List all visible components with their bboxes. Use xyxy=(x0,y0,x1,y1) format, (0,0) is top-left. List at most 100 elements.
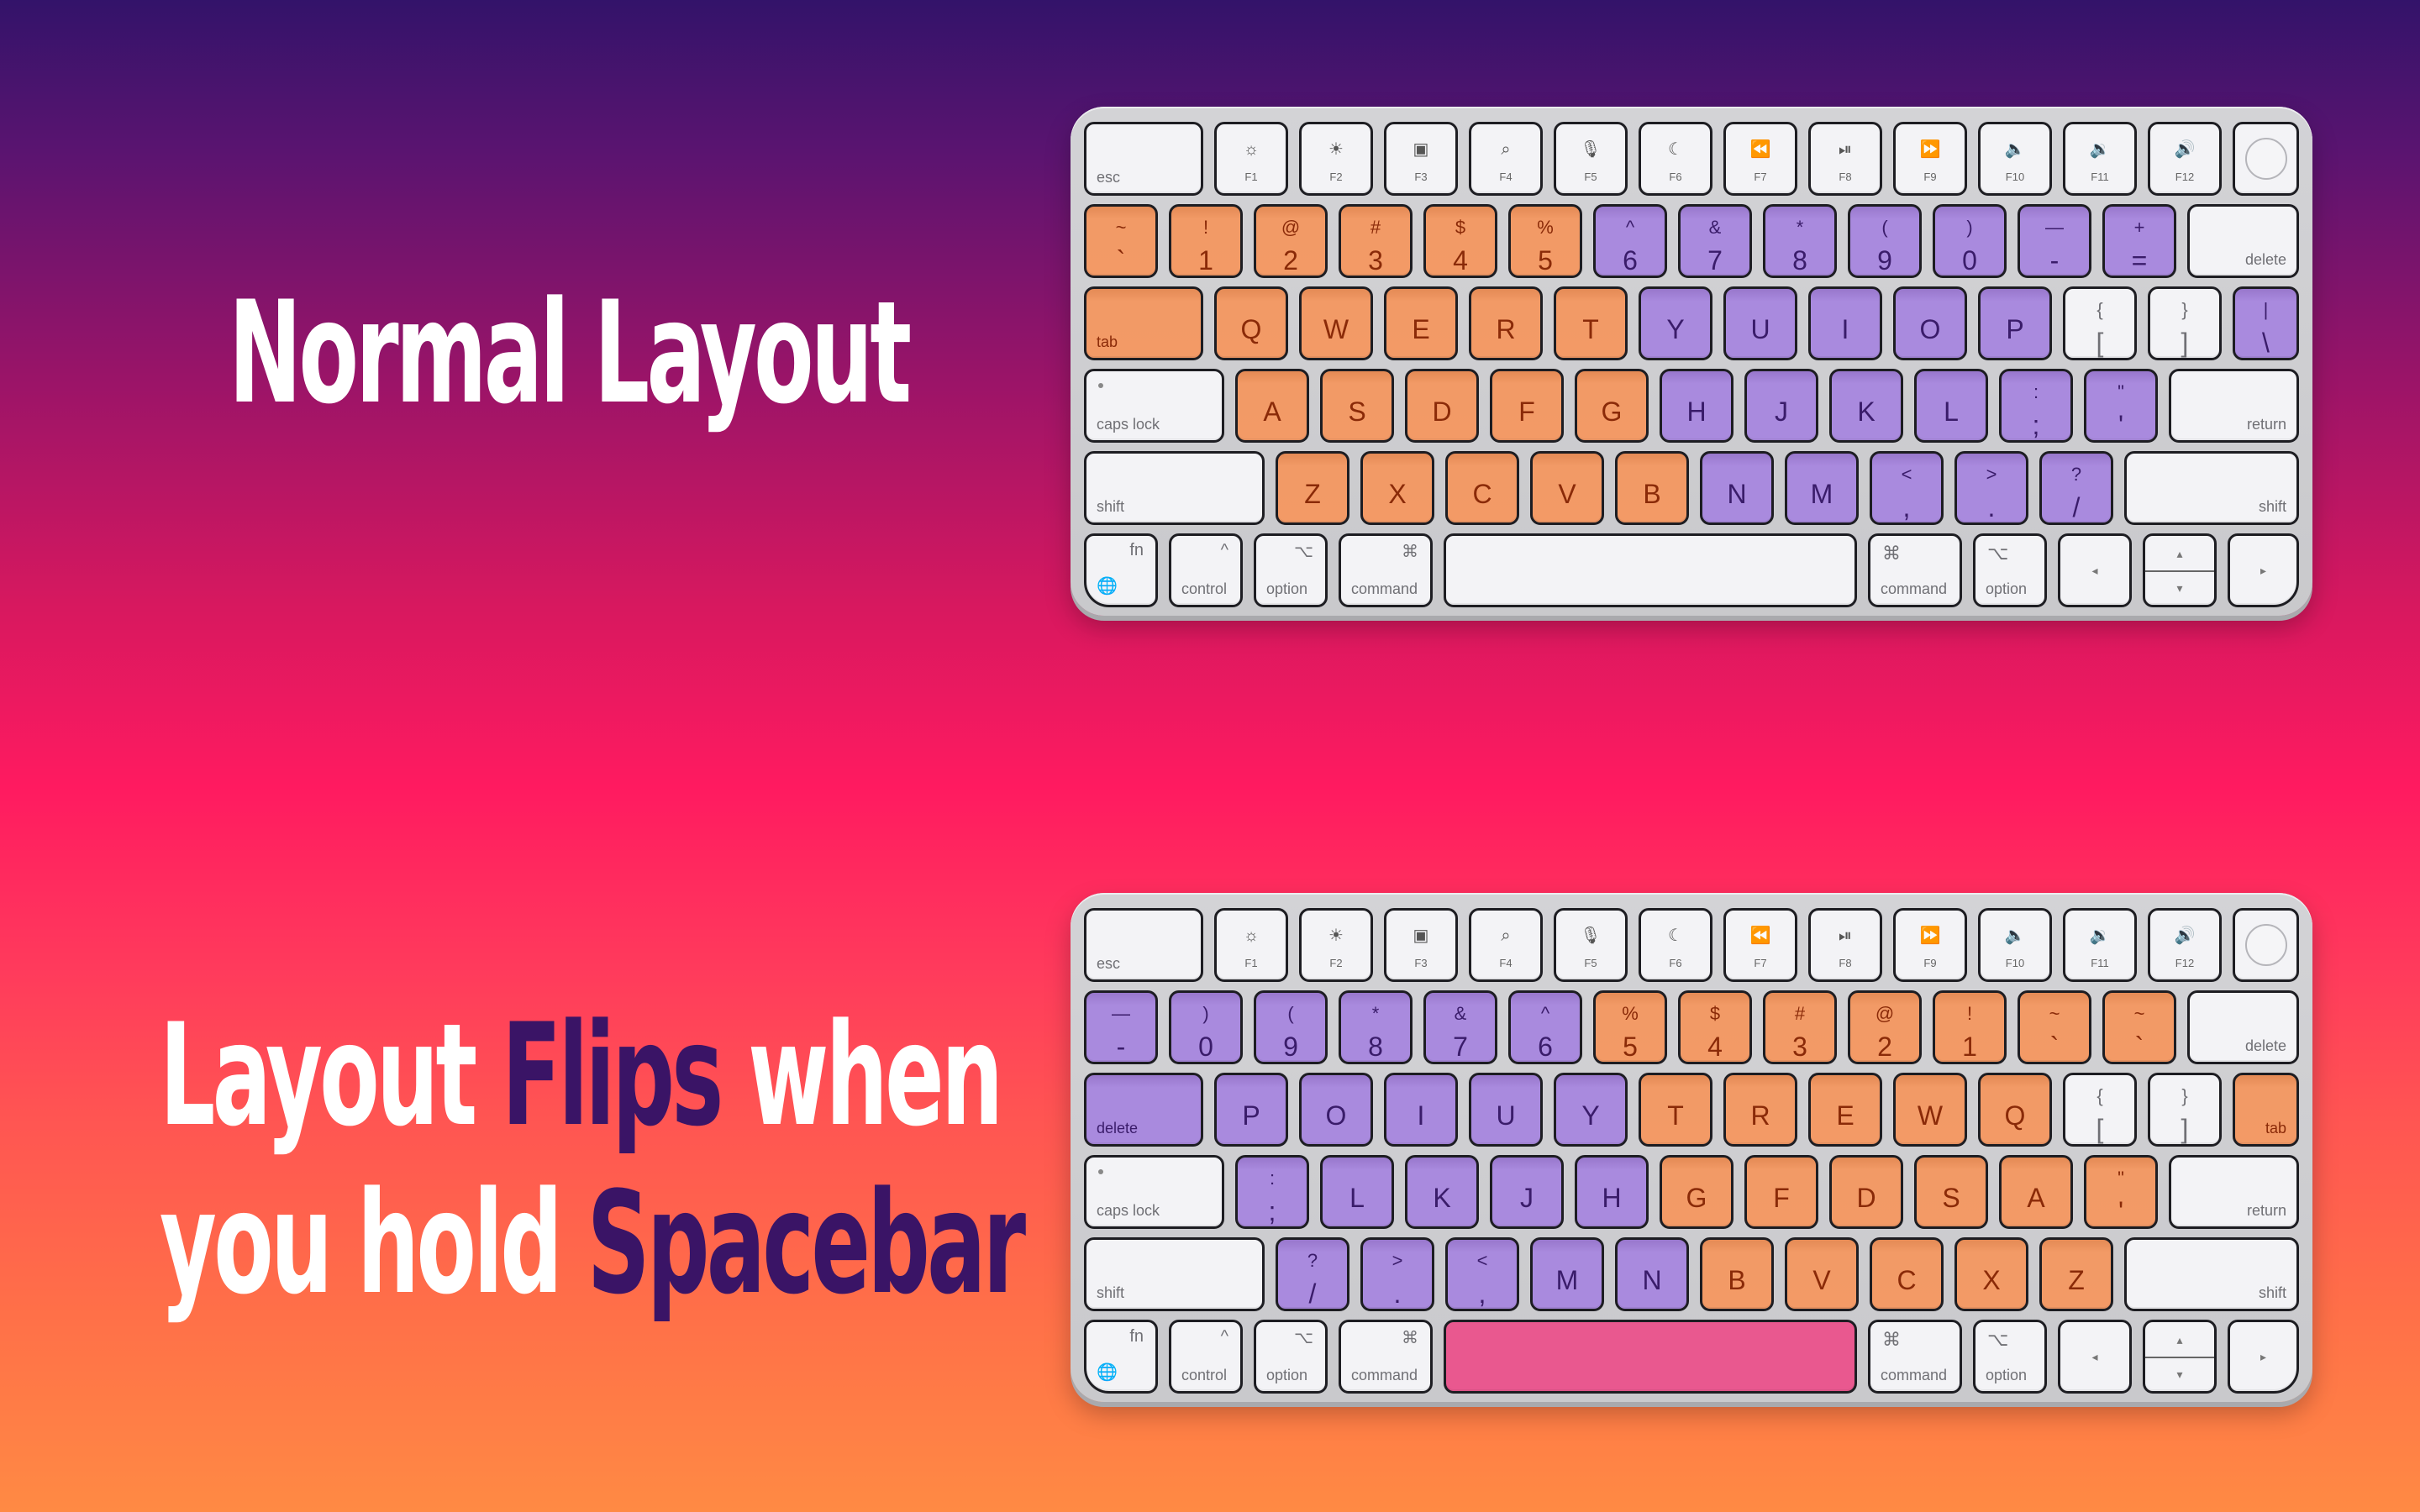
key-3[interactable]: #3 xyxy=(1763,990,1837,1064)
key-1[interactable]: ! 1 xyxy=(1169,204,1243,278)
key-up-down-arrows[interactable]: ▴ ▾ xyxy=(2143,533,2217,607)
key-f10[interactable]: 🔈 F10 xyxy=(1978,908,2052,982)
key-[interactable]: " ' xyxy=(2084,1155,2158,1229)
key-tab[interactable]: tab xyxy=(1084,286,1203,360)
key-left-command[interactable]: ⌘ command xyxy=(1339,1320,1433,1394)
key-[interactable]: >. xyxy=(1954,451,2028,525)
key-n[interactable]: N xyxy=(1615,1237,1689,1311)
key-[interactable]: <, xyxy=(1870,451,1944,525)
key-k[interactable]: K xyxy=(1829,369,1903,443)
key-left-option[interactable]: ⌥ option xyxy=(1254,1320,1328,1394)
key-[interactable]: ~ ` xyxy=(2102,990,2176,1064)
key-down-arrow[interactable]: ▾ xyxy=(2145,1357,2214,1391)
key-[interactable]: ? / xyxy=(1276,1237,1349,1311)
key-[interactable]: " ' xyxy=(2084,369,2158,443)
key-w[interactable]: W xyxy=(1893,1073,1967,1147)
key-d[interactable]: D xyxy=(1829,1155,1903,1229)
key-fn[interactable]: fn 🌐 xyxy=(1084,1320,1158,1394)
key-a[interactable]: A xyxy=(1999,1155,2073,1229)
key-[interactable]: {[ xyxy=(2063,286,2137,360)
key-[interactable]: :; xyxy=(1235,1155,1309,1229)
key-[interactable]: ~ ` xyxy=(2018,990,2091,1064)
key-right-arrow[interactable]: ▸ xyxy=(2228,1320,2299,1394)
key-2[interactable]: @2 xyxy=(1254,204,1328,278)
key-b[interactable]: B xyxy=(1700,1237,1774,1311)
key-f6[interactable]: ☾ F6 xyxy=(1639,908,1712,982)
key-caps-lock[interactable]: caps lock xyxy=(1084,369,1224,443)
key-c[interactable]: C xyxy=(1870,1237,1944,1311)
key-h[interactable]: H xyxy=(1660,369,1733,443)
key-[interactable]: ? / xyxy=(2039,451,2113,525)
key-t[interactable]: T xyxy=(1554,286,1628,360)
key-6[interactable]: ^ 6 xyxy=(1508,990,1582,1064)
key-0[interactable]: ) 0 xyxy=(1169,990,1243,1064)
key-o[interactable]: O xyxy=(1893,286,1967,360)
key-4[interactable]: $4 xyxy=(1678,990,1752,1064)
key-[interactable]: >. xyxy=(1360,1237,1434,1311)
key-r[interactable]: R xyxy=(1469,286,1543,360)
key-b[interactable]: B xyxy=(1615,451,1689,525)
key-w[interactable]: W xyxy=(1299,286,1373,360)
key-delete[interactable]: delete xyxy=(1084,1073,1203,1147)
key-right-command[interactable]: ⌘ command xyxy=(1868,533,1962,607)
key-u[interactable]: U xyxy=(1469,1073,1543,1147)
key-delete[interactable]: delete xyxy=(2187,990,2299,1064)
key-right-option[interactable]: ⌥ option xyxy=(1973,1320,2047,1394)
key-f8[interactable]: ⏯ F8 xyxy=(1808,122,1882,196)
key-h[interactable]: H xyxy=(1575,1155,1649,1229)
key-v[interactable]: V xyxy=(1530,451,1604,525)
key-f4[interactable]: ⌕ F4 xyxy=(1469,122,1543,196)
key-k[interactable]: K xyxy=(1405,1155,1479,1229)
key-9[interactable]: (9 xyxy=(1848,204,1922,278)
key-c[interactable]: C xyxy=(1445,451,1519,525)
key-g[interactable]: G xyxy=(1660,1155,1733,1229)
key-f11[interactable]: 🔉 F11 xyxy=(2063,908,2137,982)
key-9[interactable]: (9 xyxy=(1254,990,1328,1064)
key-0[interactable]: ) 0 xyxy=(1933,204,2007,278)
key-3[interactable]: #3 xyxy=(1339,204,1413,278)
key-f6[interactable]: ☾ F6 xyxy=(1639,122,1712,196)
key-f[interactable]: F xyxy=(1490,369,1564,443)
key-[interactable]: }] xyxy=(2148,286,2222,360)
key-left-control[interactable]: ^ control xyxy=(1169,1320,1243,1394)
key-f7[interactable]: ⏪ F7 xyxy=(1723,908,1797,982)
key-f5[interactable]: 🎙 F5 xyxy=(1554,908,1628,982)
key-5[interactable]: % 5 xyxy=(1508,204,1582,278)
key-down-arrow[interactable]: ▾ xyxy=(2145,570,2214,605)
key-p[interactable]: P xyxy=(1214,1073,1288,1147)
key-x[interactable]: X xyxy=(1360,451,1434,525)
key-f[interactable]: F xyxy=(1744,1155,1818,1229)
key-fn[interactable]: fn 🌐 xyxy=(1084,533,1158,607)
key-n[interactable]: N xyxy=(1700,451,1774,525)
key-7[interactable]: & 7 xyxy=(1423,990,1497,1064)
key-spacebar[interactable] xyxy=(1444,533,1857,607)
key-left-command[interactable]: ⌘ command xyxy=(1339,533,1433,607)
key-8[interactable]: * 8 xyxy=(1763,204,1837,278)
key-7[interactable]: & 7 xyxy=(1678,204,1752,278)
key-l[interactable]: L xyxy=(1914,369,1988,443)
key-v[interactable]: V xyxy=(1785,1237,1859,1311)
key-i[interactable]: I xyxy=(1384,1073,1458,1147)
key-left-arrow[interactable]: ◂ xyxy=(2058,533,2132,607)
key-delete[interactable]: delete xyxy=(2187,204,2299,278)
key-8[interactable]: * 8 xyxy=(1339,990,1413,1064)
key-o[interactable]: O xyxy=(1299,1073,1373,1147)
key-esc[interactable]: esc xyxy=(1084,908,1203,982)
key-q[interactable]: Q xyxy=(1214,286,1288,360)
key-z[interactable]: Z xyxy=(2039,1237,2113,1311)
key-q[interactable]: Q xyxy=(1978,1073,2052,1147)
key-f7[interactable]: ⏪ F7 xyxy=(1723,122,1797,196)
key-tab[interactable]: tab xyxy=(2233,1073,2299,1147)
key-left-arrow[interactable]: ◂ xyxy=(2058,1320,2132,1394)
key-m[interactable]: M xyxy=(1785,451,1859,525)
key-right-command[interactable]: ⌘ command xyxy=(1868,1320,1962,1394)
key-f2[interactable]: ☀ F2 xyxy=(1299,908,1373,982)
key-f1[interactable]: ☼ F1 xyxy=(1214,122,1288,196)
key-[interactable]: }] xyxy=(2148,1073,2222,1147)
key-j[interactable]: J xyxy=(1744,369,1818,443)
key-caps-lock[interactable]: caps lock xyxy=(1084,1155,1224,1229)
key-f5[interactable]: 🎙 F5 xyxy=(1554,122,1628,196)
key-i[interactable]: I xyxy=(1808,286,1882,360)
key-s[interactable]: S xyxy=(1914,1155,1988,1229)
key-[interactable]: :; xyxy=(1999,369,2073,443)
